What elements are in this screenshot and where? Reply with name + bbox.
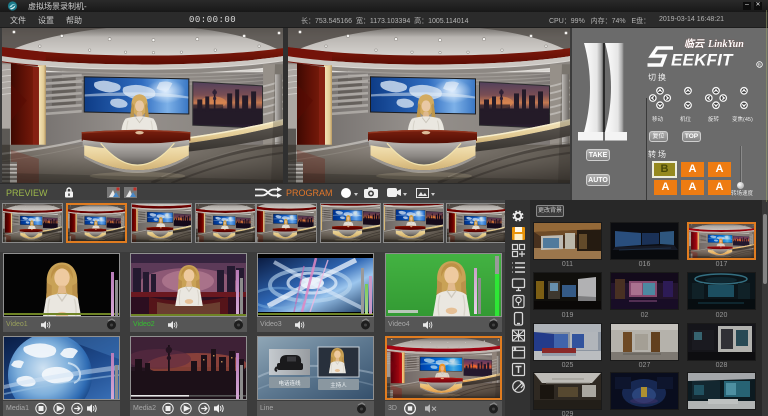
svg-text:EEKFIT: EEKFIT	[671, 51, 734, 70]
svg-text:主持人: 主持人	[330, 381, 347, 389]
svg-text:电话连线: 电话连线	[278, 379, 301, 387]
